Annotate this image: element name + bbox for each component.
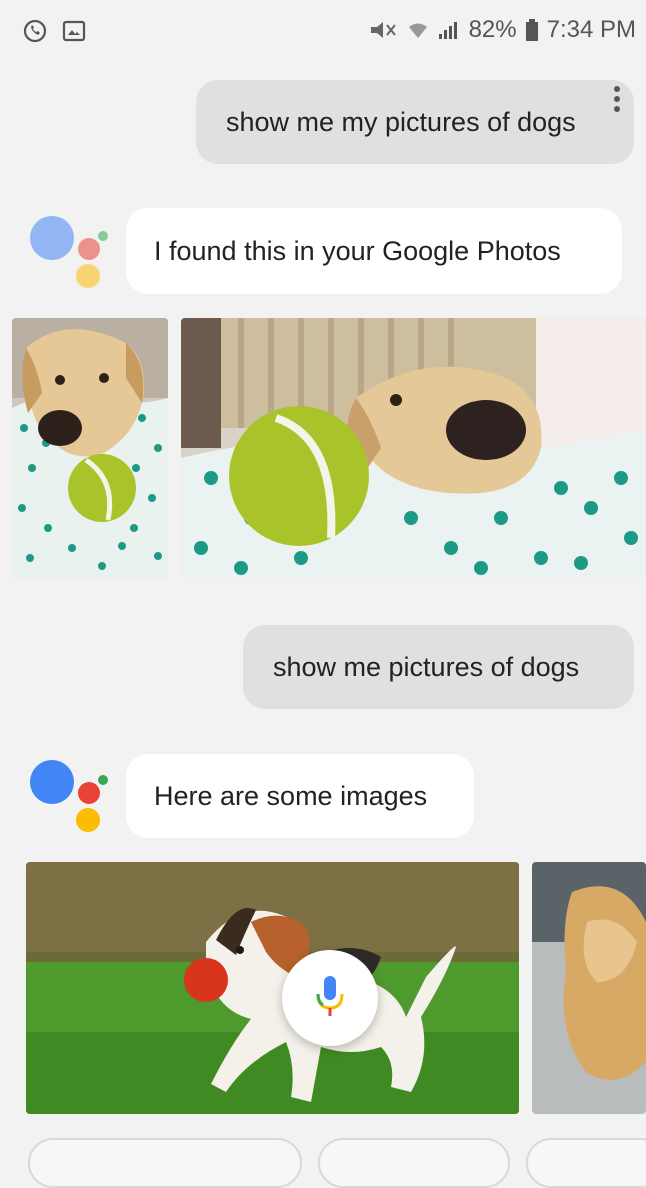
mic-icon bbox=[313, 974, 347, 1023]
suggestion-chip[interactable] bbox=[318, 1138, 510, 1188]
assistant-logo-icon bbox=[28, 208, 108, 288]
user-query-bubble[interactable]: show me pictures of dogs bbox=[243, 625, 634, 709]
voice-input-button[interactable] bbox=[282, 950, 378, 1046]
user-query-bubble[interactable]: show me my pictures of dogs bbox=[196, 80, 634, 164]
suggestion-chip[interactable] bbox=[526, 1138, 646, 1188]
assistant-reply-text: I found this in your Google Photos bbox=[154, 235, 561, 266]
wifi-icon bbox=[407, 19, 429, 41]
user-query-text: show me pictures of dogs bbox=[273, 651, 580, 682]
gallery-icon bbox=[62, 19, 86, 43]
image-result[interactable] bbox=[532, 862, 646, 1114]
assistant-reply-bubble: Here are some images bbox=[126, 754, 474, 838]
whatsapp-icon bbox=[22, 18, 48, 44]
suggestion-chip[interactable] bbox=[28, 1138, 302, 1188]
status-right: 82% 7:34 PM bbox=[369, 16, 636, 44]
mute-icon bbox=[369, 19, 399, 41]
google-photo-result[interactable] bbox=[12, 318, 168, 578]
google-photo-result[interactable] bbox=[181, 318, 646, 578]
battery-icon bbox=[525, 18, 539, 42]
signal-icon bbox=[437, 19, 461, 41]
battery-percent: 82% bbox=[468, 16, 517, 43]
assistant-reply-bubble: I found this in your Google Photos bbox=[126, 208, 622, 294]
status-left-icons bbox=[22, 18, 86, 44]
assistant-logo-icon bbox=[28, 752, 108, 832]
assistant-reply-text: Here are some images bbox=[154, 780, 428, 811]
clock: 7:34 PM bbox=[546, 16, 636, 43]
status-bar: 82% 7:34 PM bbox=[0, 0, 646, 60]
image-result[interactable] bbox=[26, 862, 519, 1114]
more-options-icon[interactable] bbox=[614, 86, 622, 112]
user-query-text: show me my pictures of dogs bbox=[226, 106, 576, 137]
